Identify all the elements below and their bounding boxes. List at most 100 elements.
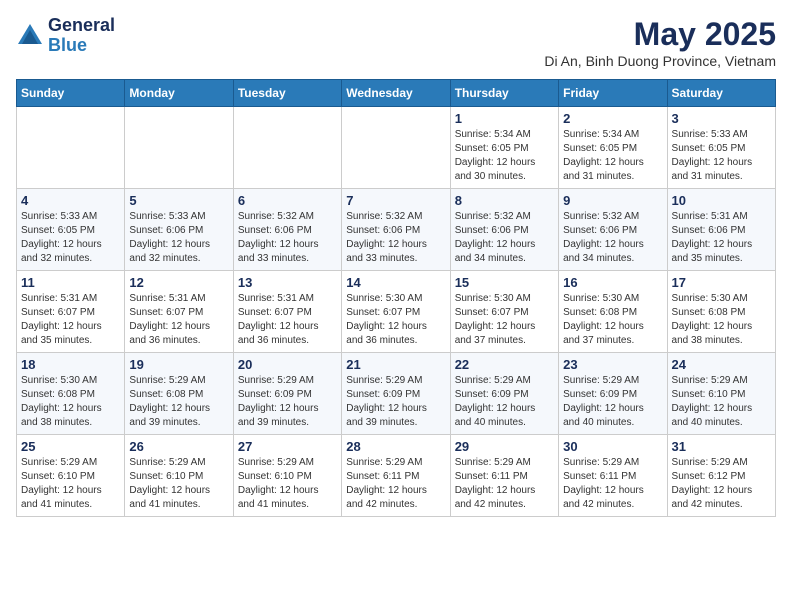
day-number: 2	[563, 111, 662, 126]
day-info: Sunrise: 5:32 AM Sunset: 6:06 PM Dayligh…	[346, 210, 445, 266]
calendar-cell: 10 Sunrise: 5:31 AM Sunset: 6:06 PM Dayli…	[667, 189, 775, 271]
calendar-cell	[233, 107, 341, 189]
calendar-cell: 11 Sunrise: 5:31 AM Sunset: 6:07 PM Dayli…	[17, 271, 125, 353]
calendar-cell: 14Sunrise: 5:30 AM Sunset: 6:07 PM Dayli…	[342, 271, 450, 353]
calendar-cell: 30 Sunrise: 5:29 AM Sunset: 6:11 PM Dayli…	[559, 435, 667, 517]
calendar-cell: 15 Sunrise: 5:30 AM Sunset: 6:07 PM Dayli…	[450, 271, 558, 353]
calendar-cell: 23Sunrise: 5:29 AM Sunset: 6:09 PM Dayli…	[559, 353, 667, 435]
day-number: 5	[129, 193, 228, 208]
day-info: Sunrise: 5:29 AM Sunset: 6:10 PM Dayligh…	[21, 456, 120, 512]
calendar-cell: 9 Sunrise: 5:32 AM Sunset: 6:06 PM Daylig…	[559, 189, 667, 271]
day-info: Sunrise: 5:29 AM Sunset: 6:09 PM Dayligh…	[346, 374, 445, 430]
day-number: 30	[563, 439, 662, 454]
day-number: 22	[455, 357, 554, 372]
logo-blue: Blue	[48, 36, 115, 56]
calendar-cell: 1 Sunrise: 5:34 AM Sunset: 6:05 PM Daylig…	[450, 107, 558, 189]
day-number: 8	[455, 193, 554, 208]
day-info: Sunrise: 5:29 AM Sunset: 6:11 PM Dayligh…	[563, 456, 662, 512]
calendar-cell: 4 Sunrise: 5:33 AM Sunset: 6:05 PM Daylig…	[17, 189, 125, 271]
day-number: 20	[238, 357, 337, 372]
calendar-cell: 3Sunrise: 5:33 AM Sunset: 6:05 PM Daylig…	[667, 107, 775, 189]
calendar-cell: 2 Sunrise: 5:34 AM Sunset: 6:05 PM Daylig…	[559, 107, 667, 189]
calendar-cell: 20Sunrise: 5:29 AM Sunset: 6:09 PM Dayli…	[233, 353, 341, 435]
day-number: 19	[129, 357, 228, 372]
day-number: 26	[129, 439, 228, 454]
day-number: 11	[21, 275, 120, 290]
title-block: May 2025 Di An, Binh Duong Province, Vie…	[544, 16, 776, 69]
day-info: Sunrise: 5:30 AM Sunset: 6:08 PM Dayligh…	[672, 292, 771, 348]
day-info: Sunrise: 5:33 AM Sunset: 6:05 PM Dayligh…	[21, 210, 120, 266]
day-number: 10	[672, 193, 771, 208]
weekday-header-wednesday: Wednesday	[342, 80, 450, 107]
month-title: May 2025	[544, 16, 776, 53]
calendar-cell: 7 Sunrise: 5:32 AM Sunset: 6:06 PM Daylig…	[342, 189, 450, 271]
day-number: 9	[563, 193, 662, 208]
day-info: Sunrise: 5:32 AM Sunset: 6:06 PM Dayligh…	[563, 210, 662, 266]
calendar-cell: 16 Sunrise: 5:30 AM Sunset: 6:08 PM Dayli…	[559, 271, 667, 353]
page-header: General Blue May 2025 Di An, Binh Duong …	[16, 16, 776, 69]
calendar-cell: 24 Sunrise: 5:29 AM Sunset: 6:10 PM Dayli…	[667, 353, 775, 435]
day-number: 16	[563, 275, 662, 290]
day-number: 6	[238, 193, 337, 208]
day-number: 18	[21, 357, 120, 372]
day-info: Sunrise: 5:31 AM Sunset: 6:06 PM Dayligh…	[672, 210, 771, 266]
day-number: 1	[455, 111, 554, 126]
calendar-week-row: 4 Sunrise: 5:33 AM Sunset: 6:05 PM Daylig…	[17, 189, 776, 271]
day-info: Sunrise: 5:31 AM Sunset: 6:07 PM Dayligh…	[21, 292, 120, 348]
calendar-week-row: 18 Sunrise: 5:30 AM Sunset: 6:08 PM Dayli…	[17, 353, 776, 435]
calendar-cell: 28Sunrise: 5:29 AM Sunset: 6:11 PM Dayli…	[342, 435, 450, 517]
day-number: 15	[455, 275, 554, 290]
weekday-header-tuesday: Tuesday	[233, 80, 341, 107]
day-number: 17	[672, 275, 771, 290]
calendar-cell	[125, 107, 233, 189]
calendar-cell: 8 Sunrise: 5:32 AM Sunset: 6:06 PM Daylig…	[450, 189, 558, 271]
calendar-cell: 17 Sunrise: 5:30 AM Sunset: 6:08 PM Dayli…	[667, 271, 775, 353]
day-info: Sunrise: 5:34 AM Sunset: 6:05 PM Dayligh…	[563, 128, 662, 184]
calendar-cell: 19 Sunrise: 5:29 AM Sunset: 6:08 PM Dayli…	[125, 353, 233, 435]
calendar-cell	[17, 107, 125, 189]
day-info: Sunrise: 5:29 AM Sunset: 6:09 PM Dayligh…	[455, 374, 554, 430]
day-info: Sunrise: 5:29 AM Sunset: 6:10 PM Dayligh…	[129, 456, 228, 512]
day-info: Sunrise: 5:29 AM Sunset: 6:10 PM Dayligh…	[672, 374, 771, 430]
weekday-header-saturday: Saturday	[667, 80, 775, 107]
logo-icon	[16, 22, 44, 50]
calendar-week-row: 11 Sunrise: 5:31 AM Sunset: 6:07 PM Dayli…	[17, 271, 776, 353]
day-number: 25	[21, 439, 120, 454]
calendar-cell: 6 Sunrise: 5:32 AM Sunset: 6:06 PM Daylig…	[233, 189, 341, 271]
day-number: 24	[672, 357, 771, 372]
calendar-cell: 5Sunrise: 5:33 AM Sunset: 6:06 PM Daylig…	[125, 189, 233, 271]
weekday-header-row: SundayMondayTuesdayWednesdayThursdayFrid…	[17, 80, 776, 107]
logo-general: General	[48, 16, 115, 36]
day-info: Sunrise: 5:32 AM Sunset: 6:06 PM Dayligh…	[238, 210, 337, 266]
calendar-cell: 31Sunrise: 5:29 AM Sunset: 6:12 PM Dayli…	[667, 435, 775, 517]
day-info: Sunrise: 5:34 AM Sunset: 6:05 PM Dayligh…	[455, 128, 554, 184]
calendar-cell: 29Sunrise: 5:29 AM Sunset: 6:11 PM Dayli…	[450, 435, 558, 517]
weekday-header-monday: Monday	[125, 80, 233, 107]
day-info: Sunrise: 5:31 AM Sunset: 6:07 PM Dayligh…	[238, 292, 337, 348]
calendar-cell: 12Sunrise: 5:31 AM Sunset: 6:07 PM Dayli…	[125, 271, 233, 353]
calendar-table: SundayMondayTuesdayWednesdayThursdayFrid…	[16, 79, 776, 517]
calendar-cell: 18 Sunrise: 5:30 AM Sunset: 6:08 PM Dayli…	[17, 353, 125, 435]
day-number: 31	[672, 439, 771, 454]
day-info: Sunrise: 5:30 AM Sunset: 6:08 PM Dayligh…	[21, 374, 120, 430]
day-info: Sunrise: 5:29 AM Sunset: 6:10 PM Dayligh…	[238, 456, 337, 512]
calendar-cell: 21 Sunrise: 5:29 AM Sunset: 6:09 PM Dayli…	[342, 353, 450, 435]
day-info: Sunrise: 5:32 AM Sunset: 6:06 PM Dayligh…	[455, 210, 554, 266]
calendar-cell: 13 Sunrise: 5:31 AM Sunset: 6:07 PM Dayli…	[233, 271, 341, 353]
logo-text: General Blue	[48, 16, 115, 56]
day-info: Sunrise: 5:30 AM Sunset: 6:07 PM Dayligh…	[455, 292, 554, 348]
weekday-header-friday: Friday	[559, 80, 667, 107]
day-number: 21	[346, 357, 445, 372]
calendar-cell	[342, 107, 450, 189]
day-number: 7	[346, 193, 445, 208]
day-number: 4	[21, 193, 120, 208]
day-info: Sunrise: 5:29 AM Sunset: 6:09 PM Dayligh…	[563, 374, 662, 430]
location-title: Di An, Binh Duong Province, Vietnam	[544, 53, 776, 69]
day-number: 13	[238, 275, 337, 290]
day-number: 3	[672, 111, 771, 126]
day-info: Sunrise: 5:29 AM Sunset: 6:08 PM Dayligh…	[129, 374, 228, 430]
day-number: 28	[346, 439, 445, 454]
calendar-cell: 22 Sunrise: 5:29 AM Sunset: 6:09 PM Dayli…	[450, 353, 558, 435]
day-info: Sunrise: 5:30 AM Sunset: 6:08 PM Dayligh…	[563, 292, 662, 348]
day-info: Sunrise: 5:31 AM Sunset: 6:07 PM Dayligh…	[129, 292, 228, 348]
